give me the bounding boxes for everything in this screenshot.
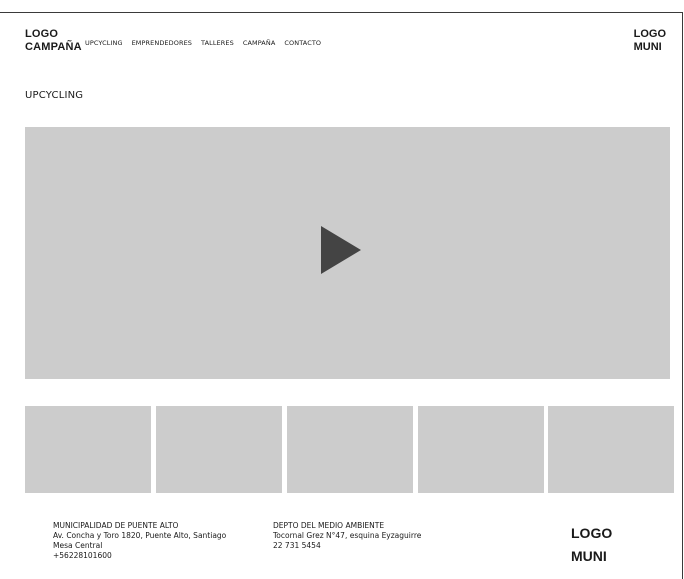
thumbnail-5[interactable] — [548, 406, 674, 493]
footer-municipalidad-phone[interactable]: +56228101600 — [53, 551, 226, 561]
play-icon[interactable] — [321, 226, 361, 274]
video-player[interactable] — [25, 127, 670, 379]
footer-depto: DEPTO DEL MEDIO AMBIENTE Tocornal Grez N… — [273, 521, 421, 551]
footer-depto-phone[interactable]: 22 731 5454 — [273, 541, 421, 551]
thumbnail-2[interactable] — [156, 406, 282, 493]
footer-municipalidad-address: Av. Concha y Toro 1820, Puente Alto, San… — [53, 531, 227, 540]
footer-depto-name: DEPTO DEL MEDIO AMBIENTE — [273, 521, 385, 530]
nav-item-emprendedores[interactable]: EMPRENDEDORES — [132, 39, 192, 47]
logo-muni-header-line2: MUNI — [633, 41, 662, 53]
logo-muni-footer-line1: LOGO — [571, 525, 613, 541]
logo-campana-line1: LOGO — [25, 28, 59, 40]
thumbnail-4[interactable] — [418, 406, 544, 493]
logo-muni-footer[interactable]: LOGO MUNI — [571, 522, 612, 568]
logo-campana-line2: CAMPAÑA — [25, 41, 82, 53]
footer-depto-address: Tocornal Grez N°47, esquina Eyzaguirre — [273, 531, 422, 540]
nav-item-upcycling[interactable]: UPCYCLING — [85, 39, 123, 47]
nav-item-campana[interactable]: CAMPAÑA — [243, 39, 276, 47]
footer-municipalidad-name: MUNICIPALIDAD DE PUENTE ALTO — [53, 521, 179, 530]
nav-item-talleres[interactable]: TALLERES — [201, 39, 234, 47]
logo-muni-header[interactable]: LOGO MUNI — [634, 28, 666, 54]
thumbnail-strip — [25, 406, 674, 493]
page-title: UPCYCLING — [25, 90, 84, 101]
main-nav: UPCYCLING EMPRENDEDORES TALLERES CAMPAÑA… — [85, 39, 321, 47]
logo-muni-footer-line2: MUNI — [571, 548, 607, 564]
thumbnail-3[interactable] — [287, 406, 413, 493]
nav-item-contacto[interactable]: CONTACTO — [284, 39, 321, 47]
footer-municipalidad: MUNICIPALIDAD DE PUENTE ALTO Av. Concha … — [53, 521, 226, 561]
logo-campana[interactable]: LOGO CAMPAÑA — [25, 28, 82, 54]
logo-muni-header-line1: LOGO — [633, 28, 666, 40]
footer-municipalidad-mesa: Mesa Central — [53, 541, 103, 550]
thumbnail-1[interactable] — [25, 406, 151, 493]
